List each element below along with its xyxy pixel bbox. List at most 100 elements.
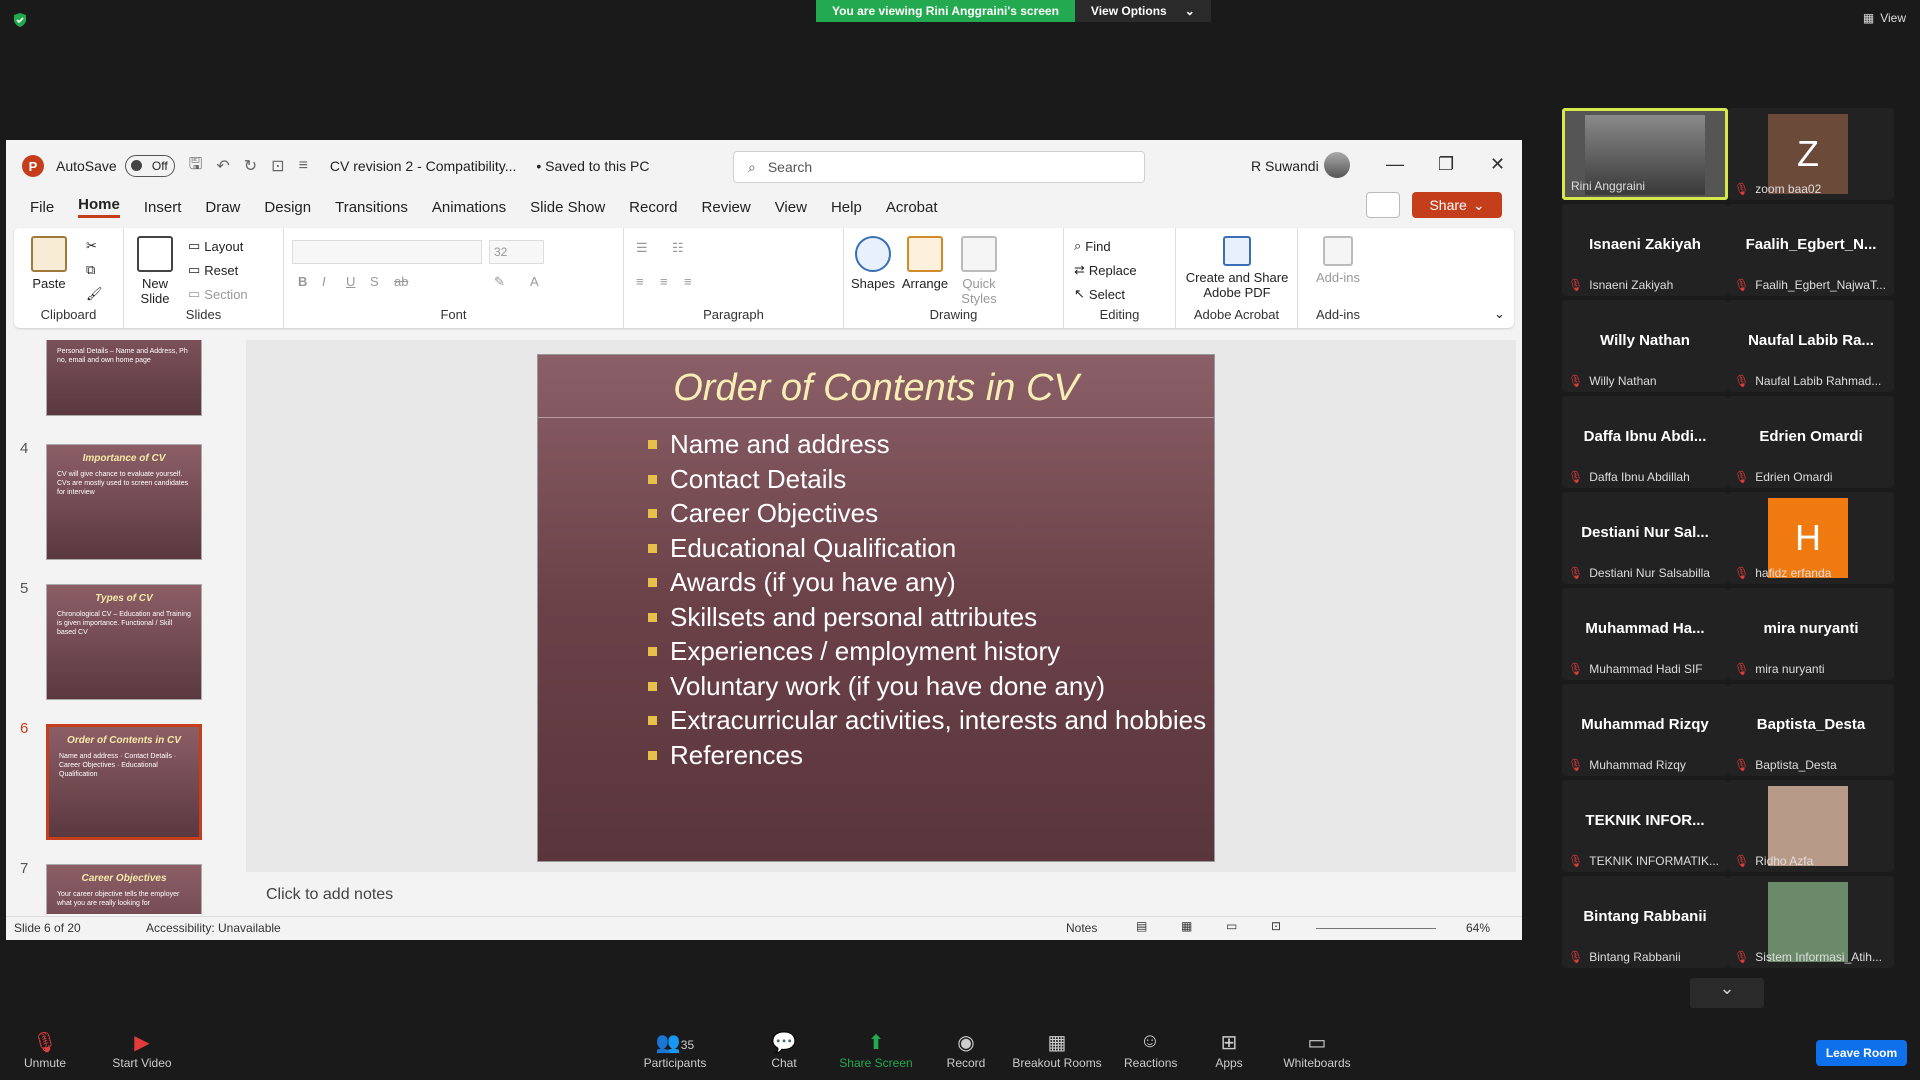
slide-title[interactable]: Order of Contents in CV [538,367,1214,410]
participant-tile[interactable]: Edrien Omardi 🎙 Edrien Omardi [1728,396,1894,488]
highlight-icon[interactable]: ✎ [494,274,505,290]
customize-toolbar-icon[interactable]: ≡ [299,157,308,175]
notes-toggle[interactable]: Notes [1066,921,1097,935]
reactions-button[interactable]: ☺ Reactions [1124,1030,1177,1070]
paste-button[interactable]: Paste [24,236,74,291]
slide-thumbnail-3[interactable]: Personal Details – Name and Address, Ph … [46,340,202,416]
start-video-button[interactable]: ▶ Start Video [106,1030,178,1070]
whiteboards-button[interactable]: ▭ Whiteboards [1282,1030,1352,1070]
participant-tile[interactable]: 🎙 Ridho Azfa [1728,780,1894,872]
font-size-box[interactable]: 32 [489,240,544,264]
menu-record[interactable]: Record [629,199,677,216]
slide-thumbnails-pane[interactable]: Personal Details – Name and Address, Ph … [6,340,246,914]
menu-view[interactable]: View [775,199,807,216]
align-center-icon[interactable]: ≡ [660,274,668,289]
bold-icon[interactable]: B [298,274,307,289]
participant-tile[interactable]: H 🎙 hafidz erfanda [1728,492,1894,584]
slide-thumbnail-7[interactable]: Career Objectives Your career objective t… [46,864,202,914]
new-slide-button[interactable]: New Slide [130,236,180,306]
quick-styles-button[interactable]: Quick Styles [954,236,1004,306]
participant-tile[interactable]: Rini Anggraini [1562,108,1728,200]
format-painter-icon[interactable]: 🖌 [86,286,103,302]
collapse-ribbon-icon[interactable]: ⌄ [1494,306,1505,322]
participant-tile[interactable]: Destiani Nur Sal... 🎙 Destiani Nur Salsabi… [1562,492,1728,584]
minimize-icon[interactable]: — [1386,154,1404,175]
reset-button[interactable]: ▭ Reset [188,262,238,278]
copy-icon[interactable]: ⧉ [86,262,95,278]
font-color-icon[interactable]: A [530,274,539,289]
redo-icon[interactable]: ↻ [244,156,257,176]
user-name[interactable]: R Suwandi [1251,158,1319,174]
participant-tile[interactable]: Bintang Rabbanii 🎙 Bintang Rabbanii [1562,876,1728,968]
strikethrough-icon[interactable]: ab [394,274,408,289]
shapes-button[interactable]: Shapes [850,236,896,291]
user-avatar[interactable] [1324,152,1350,178]
font-family-box[interactable] [292,240,482,264]
participant-tile[interactable]: Baptista_Desta 🎙 Baptista_Desta [1728,684,1894,776]
participant-tile[interactable]: Muhammad Ha... 🎙 Muhammad Hadi SIF [1562,588,1728,680]
zoom-level[interactable]: 64% [1466,921,1490,935]
restore-icon[interactable]: ❐ [1438,154,1454,175]
menu-review[interactable]: Review [702,199,751,216]
participant-tile[interactable]: 🎙 Sistem Informasi_Atih... [1728,876,1894,968]
share-screen-button[interactable]: ⬆ Share Screen [836,1030,916,1070]
menu-design[interactable]: Design [264,199,311,216]
participants-button[interactable]: 👥35 Participants [640,1030,710,1070]
create-share-pdf-button[interactable]: Create and Share Adobe PDF [1180,236,1294,300]
participant-tile[interactable]: Naufal Labib Ra... 🎙 Naufal Labib Rahmad..… [1728,300,1894,392]
slide-bullet-list[interactable]: Name and address Contact Details Career … [648,429,1208,774]
record-button[interactable]: ◉ Record [946,1030,986,1070]
security-shield-icon[interactable] [12,12,28,28]
cut-icon[interactable]: ✂ [86,238,97,254]
leave-room-button[interactable]: Leave Room [1816,1040,1907,1066]
slide-thumbnail-5[interactable]: Types of CV Chronological CV – Education … [46,584,202,700]
comments-icon[interactable] [1366,192,1400,218]
layout-button[interactable]: ▭ Layout [188,238,243,254]
menu-transitions[interactable]: Transitions [335,199,408,216]
participant-tile[interactable]: Z 🎙 zoom baa02 [1728,108,1894,200]
zoom-slider[interactable] [1316,928,1436,929]
replace-button[interactable]: ⇄ Replace [1074,262,1137,278]
slideshow-icon[interactable]: ⊡ [1271,919,1281,933]
notes-pane[interactable]: Click to add notes [246,872,1516,914]
menu-slideshow[interactable]: Slide Show [530,199,605,216]
participant-tile[interactable]: TEKNIK INFOR... 🎙 TEKNIK INFORMATIK... [1562,780,1728,872]
slide-thumbnail-4[interactable]: Importance of CV CV will give chance to e… [46,444,202,560]
slide-thumbnail-6-selected[interactable]: Order of Contents in CV Name and address … [46,724,202,840]
bullets-icon[interactable]: ☰ [636,240,648,256]
saved-state[interactable]: • Saved to this PC [536,158,649,174]
menu-draw[interactable]: Draw [205,199,240,216]
italic-icon[interactable]: I [322,274,326,289]
select-button[interactable]: ↖ Select [1074,286,1125,302]
view-button[interactable]: ▦ View [1863,11,1906,25]
chat-button[interactable]: 💬 Chat [764,1030,804,1070]
participant-tile[interactable]: Muhammad Rizqy 🎙 Muhammad Rizqy [1562,684,1728,776]
menu-file[interactable]: File [30,199,54,216]
apps-button[interactable]: ⊞ Apps [1212,1030,1246,1070]
menu-insert[interactable]: Insert [144,199,182,216]
menu-help[interactable]: Help [831,199,862,216]
present-icon[interactable]: ⊡ [271,156,284,176]
participant-tile[interactable]: Faalih_Egbert_N... 🎙 Faalih_Egbert_NajwaT.… [1728,204,1894,296]
search-box[interactable]: ⌕ Search [733,151,1145,183]
share-button[interactable]: Share ⌄ [1412,192,1502,218]
arrange-button[interactable]: Arrange [900,236,950,291]
find-button[interactable]: ⌕ Find [1074,238,1111,254]
current-slide[interactable]: Order of Contents in CV Name and address… [537,354,1215,862]
breakout-rooms-button[interactable]: ▦ Breakout Rooms [1012,1030,1102,1070]
autosave-toggle[interactable]: Off [124,155,175,177]
addins-button[interactable]: Add-ins [1308,236,1368,285]
undo-icon[interactable]: ↶ [216,156,229,176]
menu-home[interactable]: Home [78,196,120,218]
save-icon[interactable]: 🖫 [189,153,203,180]
participant-tile[interactable]: Daffa Ibnu Abdi... 🎙 Daffa Ibnu Abdillah [1562,396,1728,488]
menu-animations[interactable]: Animations [432,199,506,216]
participant-tile[interactable]: Willy Nathan 🎙 Willy Nathan [1562,300,1728,392]
slide-sorter-icon[interactable]: ▦ [1181,919,1192,933]
numbering-icon[interactable]: ☷ [672,240,684,256]
unmute-button[interactable]: 🎙 Unmute [20,1030,70,1070]
gallery-next-button[interactable]: ⌄ [1690,978,1764,1008]
underline-icon[interactable]: U [346,274,355,289]
align-right-icon[interactable]: ≡ [684,274,692,289]
menu-acrobat[interactable]: Acrobat [886,199,938,216]
